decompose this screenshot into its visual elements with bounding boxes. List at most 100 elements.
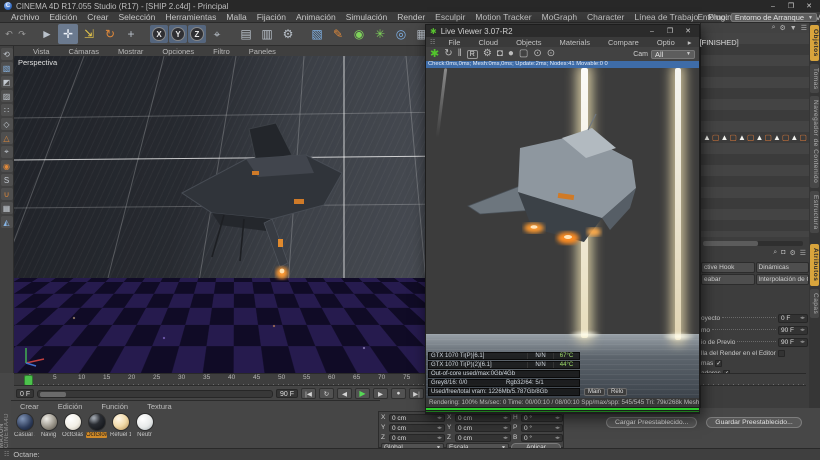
viewport-menu-item[interactable]: Filtro (208, 47, 235, 56)
live-viewer-menu-item[interactable]: Objects (511, 38, 546, 47)
render-picture-viewer-icon[interactable]: ▥ (257, 24, 277, 44)
workplane-icon[interactable]: ▦ (1, 202, 13, 214)
picker-pin-icon[interactable]: ⊙ (533, 49, 541, 59)
material-item[interactable]: Refuel 1 (110, 413, 131, 438)
timeline-end-field[interactable]: 90 F (276, 389, 298, 398)
live-viewer-menu-item[interactable]: Materials (555, 38, 595, 47)
menu-item[interactable]: Malla (221, 12, 251, 22)
position-z-input[interactable]: 0 cm◂▸ (389, 434, 445, 442)
menu-item[interactable]: Character (582, 12, 629, 22)
last-tool-icon[interactable]: + (121, 24, 141, 44)
search-icon[interactable]: ⌕ (772, 24, 776, 32)
close-icon[interactable]: ✕ (802, 2, 816, 10)
perspective-viewport[interactable]: VistaCámarasMostrarOpcionesFiltroPaneles (14, 46, 455, 373)
live-viewer-titlebar[interactable]: ✱ Live Viewer 3.07-R2 – ❐ ✕ (426, 25, 699, 37)
attr-value-input[interactable]: 90 F◂▸ (778, 326, 808, 335)
move-tool-icon[interactable]: ✛ (58, 24, 78, 44)
live-viewer-menu-item[interactable]: Compare (603, 38, 644, 47)
pause-render-icon[interactable]: ‖ (458, 49, 462, 59)
camera-dropdown[interactable]: All▼ (651, 50, 695, 59)
rotate-tool-icon[interactable]: ↻ (100, 24, 120, 44)
material-ball-icon[interactable]: ● (508, 49, 514, 59)
redo-icon[interactable]: ↷ (16, 24, 28, 44)
object-icon[interactable]: ▲ (773, 132, 781, 143)
record-button[interactable]: ● (391, 388, 406, 399)
material-menu-item[interactable]: Textura (142, 402, 177, 411)
film-region-icon[interactable]: ▢ (519, 49, 528, 59)
simulation-icon[interactable]: ✳ (370, 24, 390, 44)
loop-button[interactable]: ↻ (319, 388, 334, 399)
rotation-p-input[interactable]: 0 °◂▸ (521, 424, 563, 432)
restart-render-icon[interactable]: ↻ (444, 49, 452, 59)
ship-model[interactable] (154, 111, 364, 311)
object-manager[interactable]: ▲▢▲▢▲▢▲▢▲▢▲▢▲▢ (701, 33, 810, 237)
texture-axis-mode-icon[interactable]: ▨ (1, 90, 13, 102)
tab-takes[interactable]: Tomas (810, 64, 819, 94)
focus-pin-icon[interactable]: ⊙ (547, 49, 555, 59)
object-icon[interactable]: ▲ (720, 132, 728, 143)
menu-icon[interactable]: ☰ (801, 24, 807, 32)
points-mode-icon[interactable]: ∷ (1, 104, 13, 116)
main-pass-button[interactable]: Main (584, 388, 605, 396)
model-mode-icon[interactable]: ▧ (1, 62, 13, 74)
next-frame-button[interactable]: ▶ (373, 388, 388, 399)
goto-end-button[interactable]: ▶| (409, 388, 424, 399)
reload-button[interactable]: Relo (607, 388, 627, 396)
menu-overflow-icon[interactable]: ▸ (688, 38, 692, 47)
viewport-menu-item[interactable]: Mostrar (113, 47, 148, 56)
mograph-icon[interactable]: ◉ (349, 24, 369, 44)
object-icon[interactable]: ▢ (782, 132, 790, 143)
attr-tab-hook[interactable]: ctive Hook (701, 262, 755, 273)
region-render-icon[interactable]: R (467, 50, 478, 59)
minimize-icon[interactable]: – (645, 28, 659, 35)
menu-item[interactable]: Archivo (6, 12, 44, 22)
material-item[interactable]: Navig (38, 413, 59, 438)
axis-mode-icon[interactable]: ⌖ (1, 146, 13, 158)
object-icon[interactable]: ▢ (712, 132, 720, 143)
position-y-input[interactable]: 0 cm◂▸ (389, 424, 445, 432)
position-x-input[interactable]: 0 cm◂▸ (389, 414, 445, 422)
object-icon[interactable]: ▲ (738, 132, 746, 143)
checkbox[interactable]: ✓ (715, 360, 722, 367)
attr-value-input[interactable]: 90 F◂▸ (778, 338, 808, 347)
menu-item[interactable]: Edición (44, 12, 82, 22)
material-menu-item[interactable]: Crear (15, 402, 44, 411)
material-item[interactable]: Casual 1 (14, 413, 35, 438)
menu-item[interactable]: Animación (291, 12, 341, 22)
menu-icon[interactable]: ☰ (800, 249, 806, 257)
lock-y-axis-icon[interactable]: Y (169, 25, 187, 43)
tab-attributes[interactable]: Atributos (810, 244, 819, 285)
material-item[interactable]: Neutr (134, 413, 155, 438)
minimize-icon[interactable]: – (766, 3, 780, 10)
settings-gear-icon[interactable]: ⚙ (483, 49, 492, 59)
tab-content-browser[interactable]: Navegador de Contenido (810, 96, 819, 187)
render-settings-icon[interactable]: ⚙ (278, 24, 298, 44)
gear-icon[interactable]: ⚙ (789, 249, 795, 257)
tab-objects[interactable]: Objetos (810, 25, 819, 61)
attr-tab-key-interpolation[interactable]: Interpolación de Claves (756, 274, 810, 285)
lock-workplane-icon[interactable]: ◭ (1, 216, 13, 228)
material-item[interactable]: OctGlass (62, 413, 83, 438)
live-viewer-window[interactable]: ✱ Live Viewer 3.07-R2 – ❐ ✕ ☷ FileCloudO… (425, 24, 700, 414)
timeline-range-slider[interactable] (37, 390, 273, 398)
timeline-playhead[interactable] (24, 375, 33, 386)
menu-item[interactable]: Fijación (252, 12, 291, 22)
material-menu-item[interactable]: Función (96, 402, 133, 411)
lock-z-axis-icon[interactable]: Z (188, 25, 206, 43)
snap-icon[interactable]: S (1, 174, 13, 186)
maximize-icon[interactable]: ❐ (663, 27, 677, 35)
menu-item[interactable]: Motion Tracker (470, 12, 536, 22)
play-button[interactable]: ▶ (355, 388, 370, 399)
checkbox[interactable] (778, 350, 785, 357)
prev-frame-button[interactable]: ◀ (337, 388, 352, 399)
scale-tool-icon[interactable]: ⇲ (79, 24, 99, 44)
filter-icon[interactable]: ▼ (790, 25, 797, 32)
timeline-start-field[interactable]: 0 F (16, 389, 34, 398)
spline-pen-icon[interactable]: ✎ (328, 24, 348, 44)
magnet-icon[interactable]: ∪ (1, 188, 13, 200)
object-icon[interactable]: ▲ (790, 132, 798, 143)
close-icon[interactable]: ✕ (681, 27, 695, 35)
viewport-menu-item[interactable]: Paneles (244, 47, 281, 56)
object-icon[interactable]: ▢ (799, 132, 807, 143)
coordinate-system-icon[interactable]: ⌖ (207, 24, 227, 44)
